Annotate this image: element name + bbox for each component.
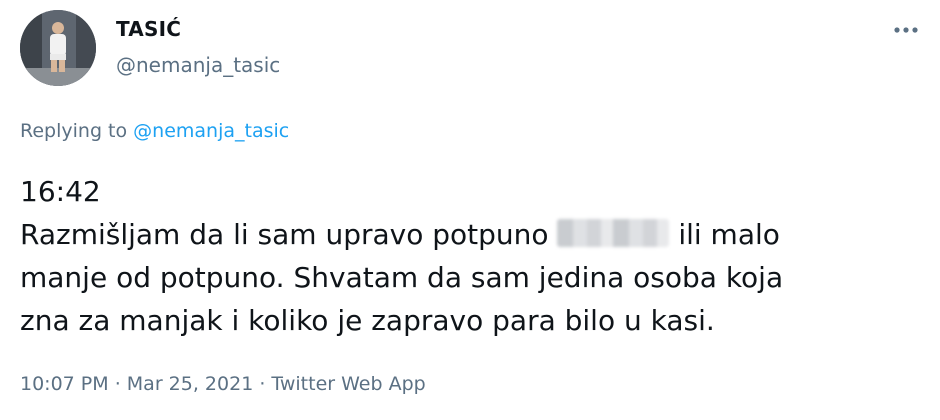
blurred-word [557, 219, 670, 247]
meta-separator: · [108, 373, 127, 395]
tweet-line-2: Razmišljam da li sam upravo potpuno ili … [20, 213, 920, 256]
tweet-line-3: manje od potpuno. Shvatam da sam jedina … [20, 261, 784, 294]
display-name[interactable]: TASIĆ [116, 17, 181, 41]
tweet-line-2-start: Razmišljam da li sam upravo potpuno [20, 218, 558, 251]
tweet-date[interactable]: Mar 25, 2021 [127, 373, 254, 395]
tweet-meta: 10:07 PM · Mar 25, 2021 · Twitter Web Ap… [20, 373, 426, 395]
tweet-line-1: 16:42 [20, 175, 101, 208]
tweet-line-2-end: ili malo [669, 218, 780, 251]
tweet-line-4: zna za manjak i koliko je zapravo para b… [20, 304, 715, 337]
avatar[interactable] [20, 10, 96, 86]
reply-mention-link[interactable]: @nemanja_tasic [133, 120, 289, 142]
more-horizontal-icon[interactable] [888, 18, 924, 42]
meta-separator: · [253, 373, 272, 395]
tweet-card: TASIĆ @nemanja_tasic Replying to @nemanj… [0, 0, 940, 420]
user-handle[interactable]: @nemanja_tasic [116, 53, 280, 77]
replying-to-label: Replying to [20, 120, 134, 142]
tweet-text: 16:42 Razmišljam da li sam upravo potpun… [20, 170, 920, 342]
tweet-time[interactable]: 10:07 PM [20, 373, 109, 395]
tweet-source-app[interactable]: Twitter Web App [271, 373, 425, 395]
replying-to: Replying to @nemanja_tasic [20, 120, 289, 142]
